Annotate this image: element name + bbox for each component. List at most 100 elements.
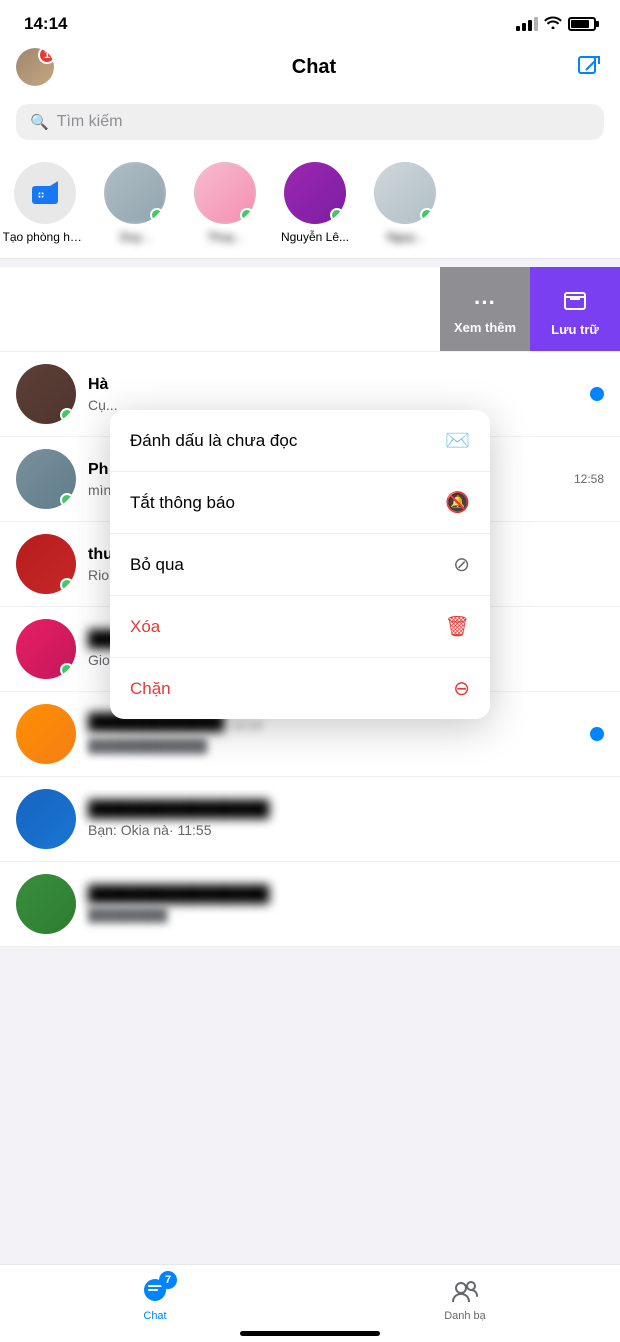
chat-avatar <box>16 789 76 849</box>
context-delete[interactable]: Xóa 🗑 <box>110 596 490 658</box>
chat-item[interactable]: ████████████████ Bạn: Okia nà· 11:55 <box>0 777 620 862</box>
story-create-label: Tạo phòng họp mặt <box>3 230 88 244</box>
chat-content: ████████████████ ████████ <box>76 886 604 923</box>
story-avatar <box>104 162 166 224</box>
story-avatar <box>374 162 436 224</box>
chat-time: 12:58 <box>574 472 604 486</box>
story-item[interactable]: Nguyễn Lê... <box>270 162 360 244</box>
delete-icon: 🗑 <box>445 614 470 639</box>
chat-avatar <box>16 874 76 934</box>
story-name: Nguyễn Lê... <box>281 230 349 244</box>
context-menu-region: Hà Cụ... Ph mìn... 12:58 <box>0 352 620 607</box>
online-indicator <box>150 208 164 222</box>
mail-icon: ✉️ <box>445 428 470 453</box>
context-mark-unread-label: Đánh dấu là chưa đọc <box>130 431 297 451</box>
profile-avatar[interactable]: 1 <box>16 48 54 86</box>
chat-list: ··· Xem thêm Lưu trữ mưa 14:05 <box>0 267 620 947</box>
chat-tab-icon: 7 <box>139 1275 171 1307</box>
status-icons <box>516 15 596 33</box>
unread-indicator <box>590 727 604 741</box>
signal-icon <box>516 17 538 31</box>
create-room-icon <box>14 162 76 224</box>
contacts-tab-label: Danh bạ <box>444 1310 486 1322</box>
chat-tab-label: Chat <box>143 1310 166 1322</box>
context-mark-unread[interactable]: Đánh dấu là chưa đọc ✉️ <box>110 410 490 472</box>
context-mute[interactable]: Tắt thông báo 🔕 <box>110 472 490 534</box>
chat-item[interactable]: ████████████████ ████████ <box>0 862 620 947</box>
avatar-badge: 1 <box>38 48 54 64</box>
search-input[interactable]: 🔍 Tìm kiếm <box>16 104 604 140</box>
story-item[interactable]: Duy... <box>90 162 180 244</box>
chat-avatar <box>16 704 76 764</box>
online-indicator <box>420 208 434 222</box>
story-item[interactable]: Thuy... <box>180 162 270 244</box>
chat-name: Hà <box>88 376 590 394</box>
chat-preview: ████████████ <box>88 738 590 754</box>
online-indicator <box>60 493 74 507</box>
archive-icon <box>561 287 589 318</box>
chat-badge: 7 <box>159 1271 177 1289</box>
chat-content: Hà Cụ... <box>76 376 590 413</box>
home-indicator <box>240 1331 380 1336</box>
story-avatar <box>194 162 256 224</box>
mute-icon: 🔕 <box>445 490 470 515</box>
stories-row: Tạo phòng họp mặt Duy... Thuy... Nguyễn … <box>0 152 620 259</box>
chat-preview: Bạn: Okia nà· 11:55 <box>88 822 604 838</box>
more-icon: ··· <box>474 290 496 316</box>
online-indicator <box>60 663 74 677</box>
online-indicator <box>60 408 74 422</box>
archive-label: Lưu trữ <box>551 322 599 337</box>
chat-avatar <box>16 619 76 679</box>
chat-time-partial: 14:05 <box>0 310 424 324</box>
ignore-icon: ⊘ <box>453 552 470 577</box>
chat-meta: 12:58 <box>574 472 604 486</box>
context-block-label: Chặn <box>130 679 171 699</box>
chat-preview: ████████ <box>88 907 604 923</box>
story-avatar <box>284 162 346 224</box>
archive-action-button[interactable]: Lưu trữ <box>530 267 620 352</box>
chat-content: ████████████████ Bạn: Okia nà· 11:55 <box>76 801 604 838</box>
header: 1 Chat <box>0 40 620 96</box>
online-indicator <box>60 578 74 592</box>
wifi-icon <box>544 15 562 33</box>
story-name: Nguy... <box>386 230 423 244</box>
chat-name: ████████████████ <box>88 886 604 904</box>
search-bar: 🔍 Tìm kiếm <box>0 96 620 152</box>
search-icon: 🔍 <box>30 113 49 131</box>
more-label: Xem thêm <box>454 320 516 335</box>
context-block[interactable]: Chặn ⊖ <box>110 658 490 719</box>
online-indicator <box>330 208 344 222</box>
battery-icon <box>568 17 596 31</box>
chat-avatar <box>16 534 76 594</box>
unread-indicator <box>590 387 604 401</box>
chat-item-partial[interactable]: mưa 14:05 <box>0 267 440 351</box>
story-name: Duy... <box>120 230 150 244</box>
story-create[interactable]: Tạo phòng họp mặt <box>0 162 90 244</box>
chat-name: ████████████████ <box>88 801 604 819</box>
page-title: Chat <box>292 56 336 79</box>
swipe-actions: ··· Xem thêm Lưu trữ <box>440 267 620 352</box>
chat-meta <box>590 387 604 401</box>
story-item[interactable]: Nguy... <box>360 162 450 244</box>
chat-avatar <box>16 449 76 509</box>
status-bar: 14:14 <box>0 0 620 40</box>
online-indicator <box>240 208 254 222</box>
contacts-tab-icon <box>449 1275 481 1307</box>
chat-meta <box>590 727 604 741</box>
context-ignore[interactable]: Bỏ qua ⊘ <box>110 534 490 596</box>
story-name: Thuy... <box>207 230 243 244</box>
compose-button[interactable] <box>574 52 604 82</box>
context-ignore-label: Bỏ qua <box>130 555 184 575</box>
more-action-button[interactable]: ··· Xem thêm <box>440 267 530 352</box>
block-icon: ⊖ <box>453 676 470 701</box>
chat-content: mưa 14:05 <box>0 294 424 324</box>
context-delete-label: Xóa <box>130 617 160 637</box>
search-placeholder: Tìm kiếm <box>57 113 123 131</box>
status-time: 14:14 <box>24 14 67 34</box>
chat-preview-partial: mưa <box>0 294 424 310</box>
context-mute-label: Tắt thông báo <box>130 493 235 513</box>
chat-item-swiped: ··· Xem thêm Lưu trữ mưa 14:05 <box>0 267 620 352</box>
chat-content: ████████████ 12:14 ████████████ <box>76 714 590 754</box>
context-menu: Đánh dấu là chưa đọc ✉️ Tắt thông báo 🔕 … <box>110 410 490 719</box>
chat-avatar <box>16 364 76 424</box>
